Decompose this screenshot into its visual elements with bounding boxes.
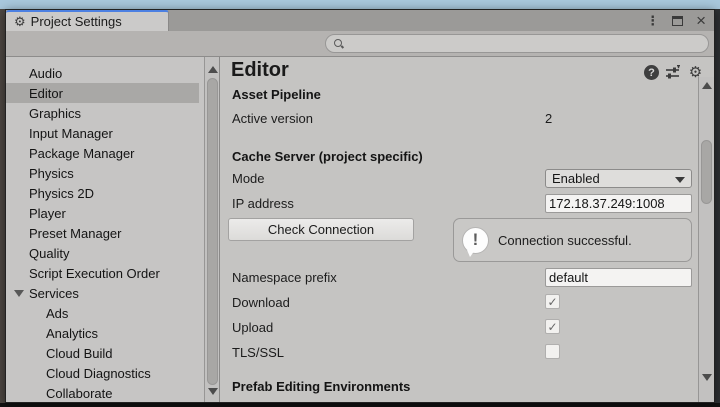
section-cache-server: Cache Server (project specific) xyxy=(232,149,423,164)
upload-checkbox[interactable]: ✓ xyxy=(545,319,560,334)
namespace-prefix-field[interactable] xyxy=(545,268,692,287)
foldout-expanded-icon[interactable] xyxy=(14,290,24,297)
sidebar-item-analytics[interactable]: Analytics xyxy=(6,323,199,343)
page-title: Editor xyxy=(231,59,289,82)
sidebar-item-services[interactable]: Services xyxy=(6,283,199,303)
download-label: Download xyxy=(232,295,290,310)
info-bubble-icon: ! xyxy=(462,227,489,254)
sidebar-item-graphics[interactable]: Graphics xyxy=(6,103,199,123)
sidebar-item-physics[interactable]: Physics xyxy=(6,163,199,183)
active-version-value: 2 xyxy=(545,111,552,126)
tls-ssl-checkbox[interactable] xyxy=(545,344,560,359)
download-checkbox[interactable]: ✓ xyxy=(545,294,560,309)
panel-scrollbar[interactable] xyxy=(698,77,714,402)
sidebar-item-ads[interactable]: Ads xyxy=(6,303,199,323)
check-connection-button[interactable]: Check Connection xyxy=(228,218,414,241)
mode-label: Mode xyxy=(232,171,265,186)
window-title: Project Settings xyxy=(31,14,122,29)
project-settings-window: ⚙ Project Settings ⋮ × Audio Editor Grap… xyxy=(5,9,715,403)
search-input[interactable] xyxy=(348,37,688,51)
desktop-background-bottom xyxy=(0,403,720,407)
close-icon[interactable]: × xyxy=(696,12,706,29)
scroll-down-icon[interactable] xyxy=(702,374,712,381)
sidebar-item-audio[interactable]: Audio xyxy=(6,63,199,83)
panel-scrollbar-thumb[interactable] xyxy=(701,140,712,204)
sidebar-item-collaborate[interactable]: Collaborate xyxy=(6,383,199,402)
settings-gear-icon: ⚙ xyxy=(14,15,26,28)
notification-text: Connection successful. xyxy=(498,233,632,248)
sidebar-item-quality[interactable]: Quality xyxy=(6,243,199,263)
active-version-label: Active version xyxy=(232,111,313,126)
section-asset-pipeline: Asset Pipeline xyxy=(232,87,321,102)
search-icon xyxy=(333,38,344,49)
settings-sidebar: Audio Editor Graphics Input Manager Pack… xyxy=(6,57,220,402)
search-box[interactable] xyxy=(325,34,709,53)
scroll-up-icon[interactable] xyxy=(702,82,712,89)
sidebar-item-player[interactable]: Player xyxy=(6,203,199,223)
scroll-down-icon[interactable] xyxy=(208,388,218,395)
desktop-background xyxy=(0,0,720,9)
sidebar-item-cloud-diagnostics[interactable]: Cloud Diagnostics xyxy=(6,363,199,383)
chevron-down-icon xyxy=(675,177,685,183)
preset-icon[interactable] xyxy=(665,65,680,80)
window-menu-icon[interactable]: ⋮ xyxy=(646,14,659,27)
sidebar-scrollbar[interactable] xyxy=(204,57,219,402)
scroll-up-icon[interactable] xyxy=(208,66,218,73)
tls-ssl-label: TLS/SSL xyxy=(232,345,284,360)
mode-dropdown[interactable]: Enabled xyxy=(545,169,692,188)
sidebar-item-physics-2d[interactable]: Physics 2D xyxy=(6,183,199,203)
editor-settings-panel: Editor ? ⚙ Asset Pipeline Active version… xyxy=(220,57,714,402)
help-icon[interactable]: ? xyxy=(644,65,659,80)
ip-address-field[interactable] xyxy=(545,194,692,213)
section-prefab-editing: Prefab Editing Environments xyxy=(232,379,410,394)
ip-address-label: IP address xyxy=(232,196,294,211)
tab-project-settings[interactable]: ⚙ Project Settings xyxy=(6,10,169,31)
toolbar xyxy=(6,31,714,57)
sidebar-scrollbar-thumb[interactable] xyxy=(207,78,218,385)
maximize-icon[interactable] xyxy=(672,16,683,26)
namespace-prefix-label: Namespace prefix xyxy=(232,270,337,285)
sidebar-item-package-manager[interactable]: Package Manager xyxy=(6,143,199,163)
sidebar-item-script-execution-order[interactable]: Script Execution Order xyxy=(6,263,199,283)
connection-notification: ! Connection successful. xyxy=(453,218,692,262)
upload-label: Upload xyxy=(232,320,273,335)
sidebar-item-input-manager[interactable]: Input Manager xyxy=(6,123,199,143)
titlebar[interactable]: ⚙ Project Settings ⋮ × xyxy=(6,10,714,31)
sidebar-item-cloud-build[interactable]: Cloud Build xyxy=(6,343,199,363)
sidebar-item-preset-manager[interactable]: Preset Manager xyxy=(6,223,199,243)
sidebar-item-editor[interactable]: Editor xyxy=(6,83,199,103)
